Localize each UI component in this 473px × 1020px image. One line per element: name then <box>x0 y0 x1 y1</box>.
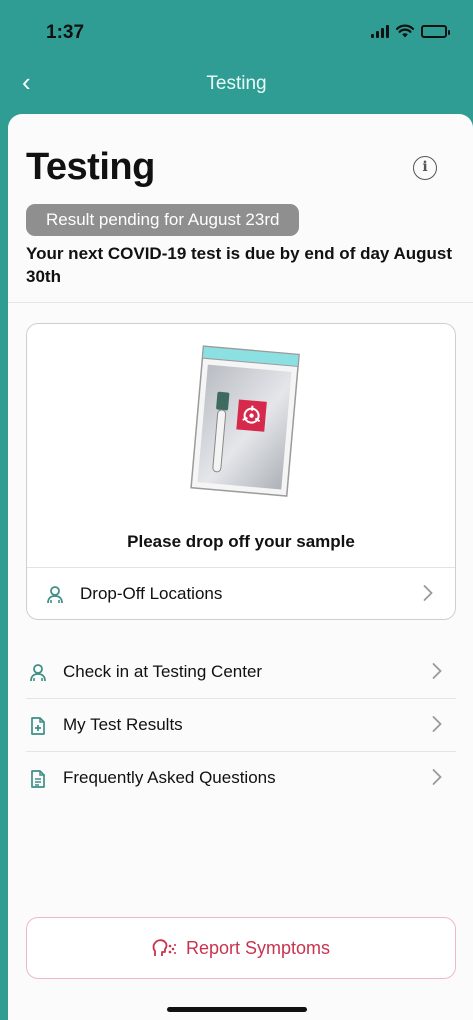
home-indicator <box>167 1007 307 1012</box>
person-check-icon <box>30 664 46 682</box>
menu-item-faq[interactable]: Frequently Asked Questions <box>26 752 456 805</box>
chevron-right-icon <box>432 663 442 679</box>
nav-title: Testing <box>206 73 267 94</box>
chevron-right-icon <box>432 769 442 785</box>
status-badge: Result pending for August 23rd <box>26 204 300 236</box>
menu-item-check-in[interactable]: Check in at Testing Center <box>26 646 456 699</box>
battery-icon <box>421 24 450 38</box>
menu-item-test-results[interactable]: My Test Results <box>26 699 456 752</box>
status-time: 1:37 <box>46 22 85 43</box>
cellular-signal-icon <box>371 24 389 38</box>
menu-item-label: Check in at Testing Center <box>63 662 263 681</box>
medical-document-icon <box>31 717 45 735</box>
testing-menu-list: Check in at Testing Center My Test Resul… <box>26 646 456 805</box>
content-sheet: Testing i Result pending for August 23rd… <box>8 114 473 1020</box>
report-symptoms-button[interactable]: Report Symptoms <box>26 917 456 979</box>
chevron-right-icon <box>423 585 433 601</box>
cough-icon <box>152 939 176 956</box>
page-title: Testing <box>26 146 155 188</box>
menu-item-label: Frequently Asked Questions <box>63 768 276 787</box>
menu-item-label: My Test Results <box>63 715 183 734</box>
info-icon[interactable]: i <box>413 156 437 180</box>
status-icons <box>371 24 450 38</box>
sample-dropoff-card: Please drop off your sample Drop-Off Loc… <box>26 323 456 620</box>
next-test-due-text: Your next COVID-19 test is due by end of… <box>26 244 453 286</box>
dropoff-locations-row[interactable]: Drop-Off Locations <box>27 568 455 619</box>
report-symptoms-label: Report Symptoms <box>185 937 331 958</box>
sample-caption: Please drop off your sample <box>127 532 355 551</box>
navigation-bar: ‹ Testing <box>0 60 473 106</box>
chevron-right-icon <box>432 716 442 732</box>
dropoff-locations-label: Drop-Off Locations <box>80 584 223 603</box>
document-icon <box>31 770 45 788</box>
wifi-icon <box>396 24 414 38</box>
divider <box>8 302 473 303</box>
sample-bag-illustration <box>190 345 300 497</box>
status-bar: 1:37 <box>0 0 473 64</box>
location-person-icon <box>47 586 63 604</box>
